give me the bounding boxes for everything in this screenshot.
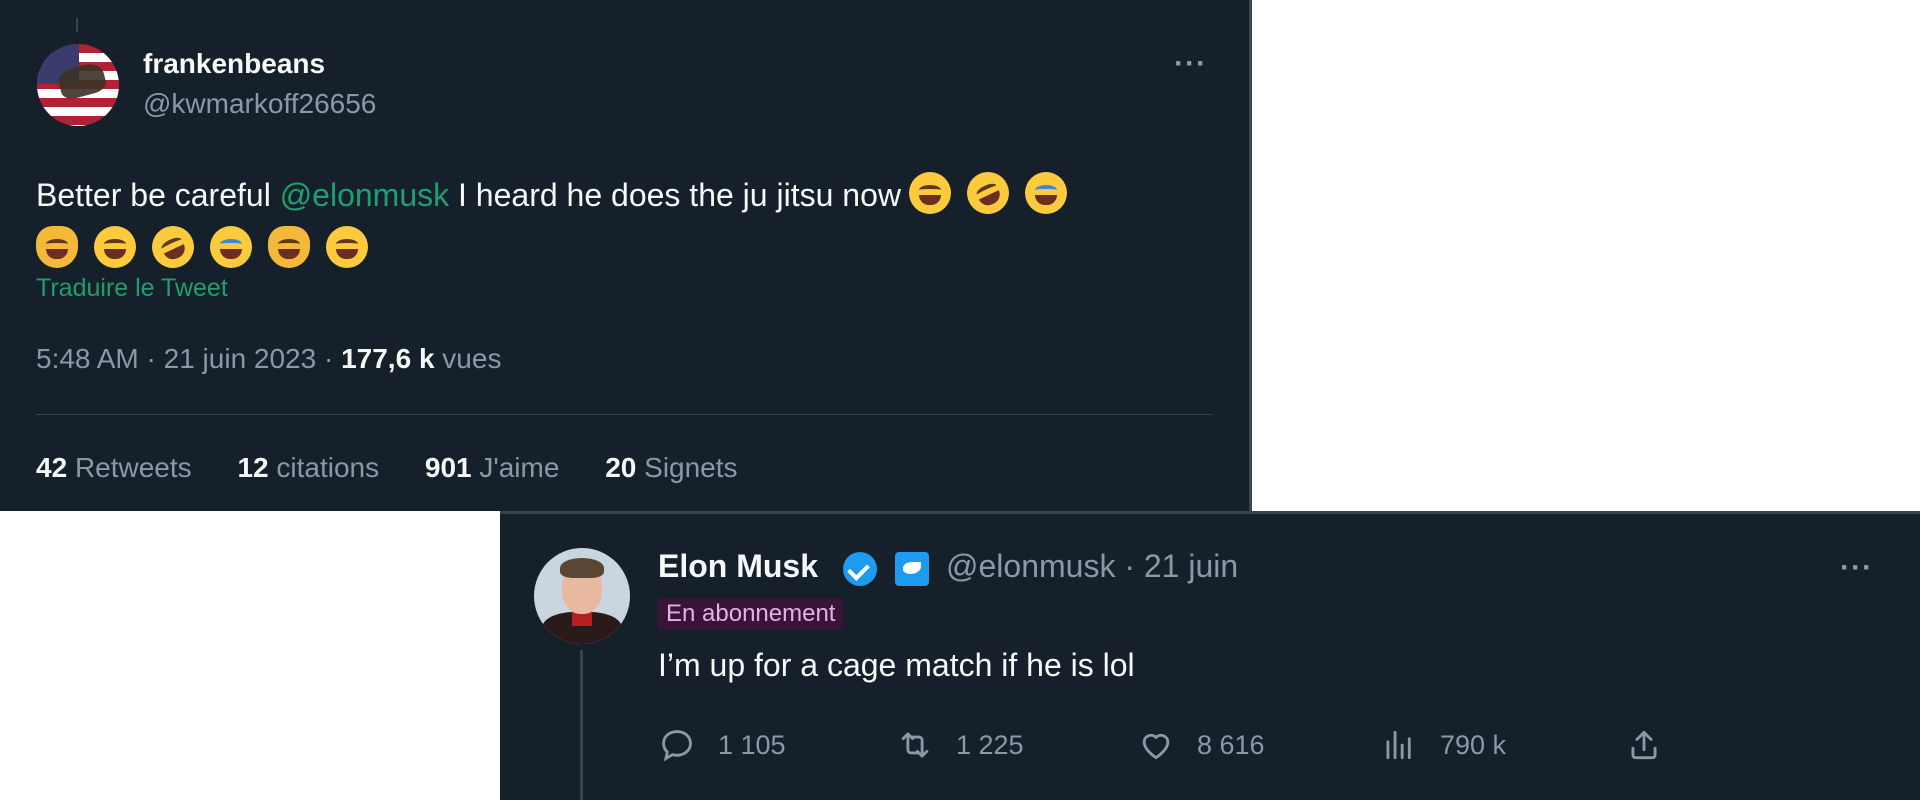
stat-bookmarks[interactable]: 20 Signets [605,452,737,484]
joy-emoji-icon [1024,172,1067,214]
verified-badge-icon[interactable] [843,552,877,586]
stat-count: 12 [237,452,269,483]
display-name[interactable]: frankenbeans [143,48,325,80]
like-count: 8 616 [1197,729,1265,760]
avatar-hair [560,558,604,578]
reply-icon [662,730,692,762]
views-icon [1386,730,1411,760]
reply-count: 1 105 [718,729,786,760]
avatar[interactable] [37,44,119,126]
views-label: vues [442,343,502,374]
rofl-emoji-icon [145,219,201,275]
tweet-text: Better be careful @elonmusk I heard he d… [36,165,1216,276]
meta-separator: · [316,343,342,374]
grinning-squinting-emoji-icon [326,226,368,268]
retweet-count: 1 225 [956,729,1024,760]
like-button[interactable]: 8 616 [1137,726,1265,764]
engagement-stats: 42 Retweets 12 citations 901 J'aime 20 S… [36,452,776,484]
views-count: 177,6 k [341,343,435,374]
like-icon [1142,733,1170,760]
stat-label: Retweets [74,452,192,483]
grinning-squinting-emoji-icon [94,226,136,268]
joy-cat-emoji-icon [268,226,310,268]
tweet-meta: 5:48 AM · 21 juin 2023 · 177,6 k vues [36,343,501,375]
thread-line [76,18,78,32]
tweet-text-end: I heard he does the ju jitsu now [449,177,901,213]
grinning-squinting-emoji-icon [908,172,951,214]
reply-button[interactable]: 1 105 [658,726,786,764]
stat-label: Signets [644,452,738,483]
stat-likes[interactable]: 901 J'aime [425,452,560,484]
translate-link[interactable]: Traduire le Tweet [36,274,228,303]
views-count: 790 k [1440,729,1507,760]
user-handle[interactable]: @kwmarkoff26656 [143,88,376,120]
stat-label: J'aime [479,452,560,483]
share-button[interactable] [1625,726,1663,764]
rofl-emoji-icon [960,165,1016,221]
tweet-text-start: Better be careful [36,177,280,213]
stat-quotes[interactable]: 12 citations [237,452,379,484]
joy-emoji-icon [210,226,252,268]
retweet-button[interactable]: 1 225 [896,726,1024,764]
stat-retweets[interactable]: 42 Retweets [36,452,192,484]
tweet-text: I’m up for a cage match if he is lol [658,647,1135,683]
meta-separator: · [138,343,164,374]
tweet-card-frankenbeans: frankenbeans @kwmarkoff26656 ··· Better … [0,0,1252,511]
subscription-badge: En abonnement [658,598,844,630]
affiliate-badge-icon[interactable] [895,552,929,586]
user-handle[interactable]: @elonmusk · 21 juin [946,548,1238,585]
views-button[interactable]: 790 k [1380,726,1506,764]
mention-link[interactable]: @elonmusk [280,177,449,213]
stat-label: citations [276,452,380,483]
avatar[interactable] [534,548,630,644]
stat-count: 901 [424,452,472,483]
share-icon [1631,730,1657,760]
tweet-date[interactable]: 21 juin 2023 [164,343,317,374]
tweet-time[interactable]: 5:48 AM [36,343,139,374]
display-name[interactable]: Elon Musk [658,548,818,585]
stat-count: 42 [36,452,68,483]
stat-count: 20 [605,452,637,483]
more-icon[interactable]: ··· [1840,553,1873,583]
thread-line [580,650,583,800]
tweet-card-elonmusk: Elon Musk @elonmusk · 21 juin ··· En abo… [500,511,1920,800]
joy-cat-emoji-icon [36,226,78,268]
retweet-icon [901,732,929,758]
divider [36,414,1213,415]
more-icon[interactable]: ··· [1174,49,1207,79]
